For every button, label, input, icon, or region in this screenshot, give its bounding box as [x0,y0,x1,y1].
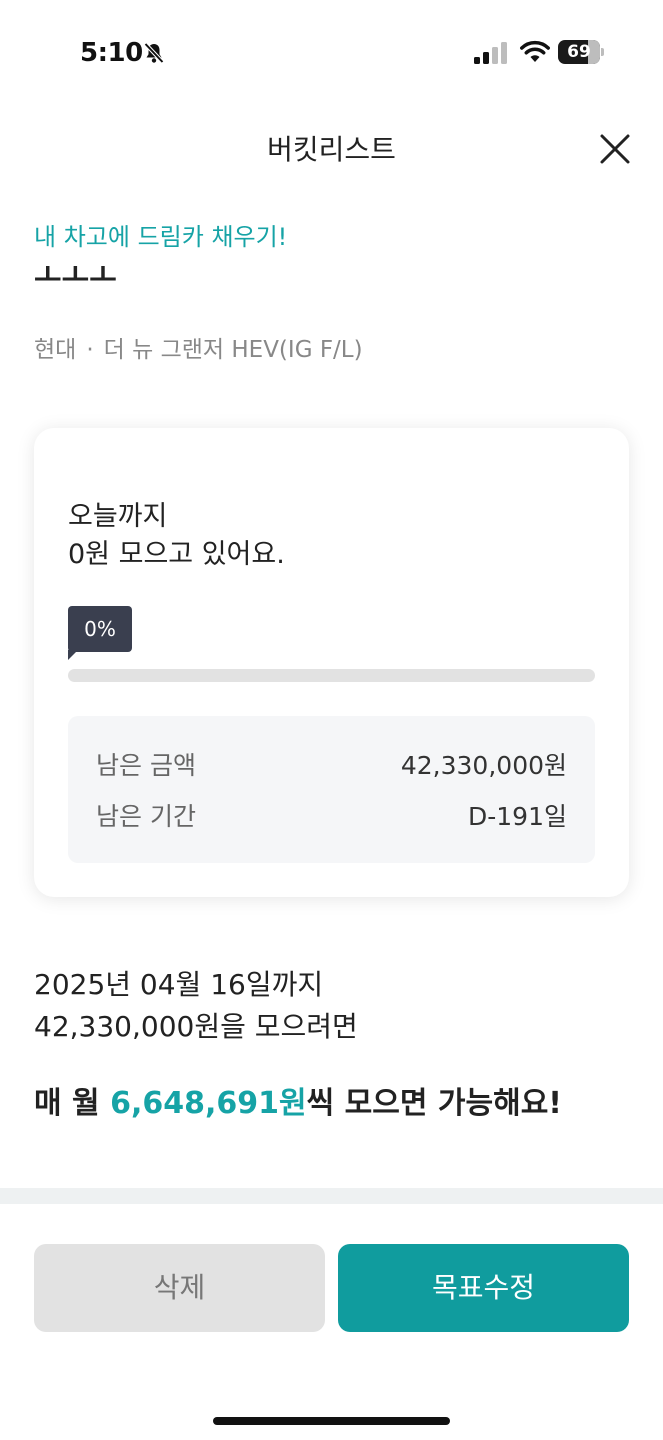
summary-line1: 2025년 04월 16일까지 [34,964,358,1006]
progress-tag-pointer [68,650,78,660]
progress-bar [68,669,595,682]
close-icon[interactable] [596,130,634,168]
card-heading-line2: 0원 모으고 있어요. [68,539,285,570]
home-indicator [213,1417,450,1425]
target-amount: 42,330,000원 [34,1006,221,1048]
date-suffix: 까지 [271,968,324,1001]
remaining-amount-value: 42,330,000원 [400,751,567,780]
remaining-amount-label: 남은 금액 [96,751,196,780]
delete-button[interactable]: 삭제 [34,1244,325,1332]
savings-summary: 2025년 04월 16일까지 42,330,000원을 모으려면 [34,964,358,1048]
battery-indicator: 69 [558,40,604,64]
bell-muted-icon [144,42,164,64]
monthly-plan: 매 월 6,648,691원씩 모으면 가능해요! [34,1078,562,1122]
goal-subtitle: 내 차고에 드림카 채우기! [34,223,288,251]
status-bar: 5:10 69 [0,0,663,100]
section-divider [0,1188,663,1204]
page-title: 버킷리스트 [267,133,396,166]
edit-goal-button[interactable]: 목표수정 [338,1244,629,1332]
cellular-signal-icon [474,42,507,64]
monthly-prefix: 매 월 [34,1086,111,1121]
battery-level: 69 [567,42,591,62]
remaining-period-value: D-191일 [468,802,567,831]
savings-progress-card: 오늘까지 0원 모으고 있어요. 0% 남은 금액 42,330,000원 남은… [34,428,629,897]
remaining-period-label: 남은 기간 [96,802,196,831]
monthly-amount: 6,648,691원 [110,1086,307,1121]
monthly-suffix: 씩 모으면 가능해요! [306,1086,562,1121]
remaining-details: 남은 금액 42,330,000원 남은 기간 D-191일 [68,716,595,863]
card-heading-line1: 오늘까지 [68,501,168,532]
progress-percent-tag: 0% [68,606,132,652]
summary-line2: 42,330,000원을 모으려면 [34,1006,358,1048]
goal-title: ㅗㅗㅗ [34,262,117,294]
car-brand: 현대 [34,337,77,363]
car-info: 현대 · 더 뉴 그랜저 HEV(IG F/L) [34,330,363,364]
target-date: 2025년 04월 16일 [34,964,272,1006]
separator-dot: · [86,337,94,363]
card-heading: 오늘까지 0원 모으고 있어요. [68,498,285,574]
amount-suffix: 을 모으려면 [220,1010,358,1043]
car-model: 더 뉴 그랜저 HEV(IG F/L) [103,337,363,363]
status-time: 5:10 [80,38,143,68]
wifi-icon [520,40,550,62]
